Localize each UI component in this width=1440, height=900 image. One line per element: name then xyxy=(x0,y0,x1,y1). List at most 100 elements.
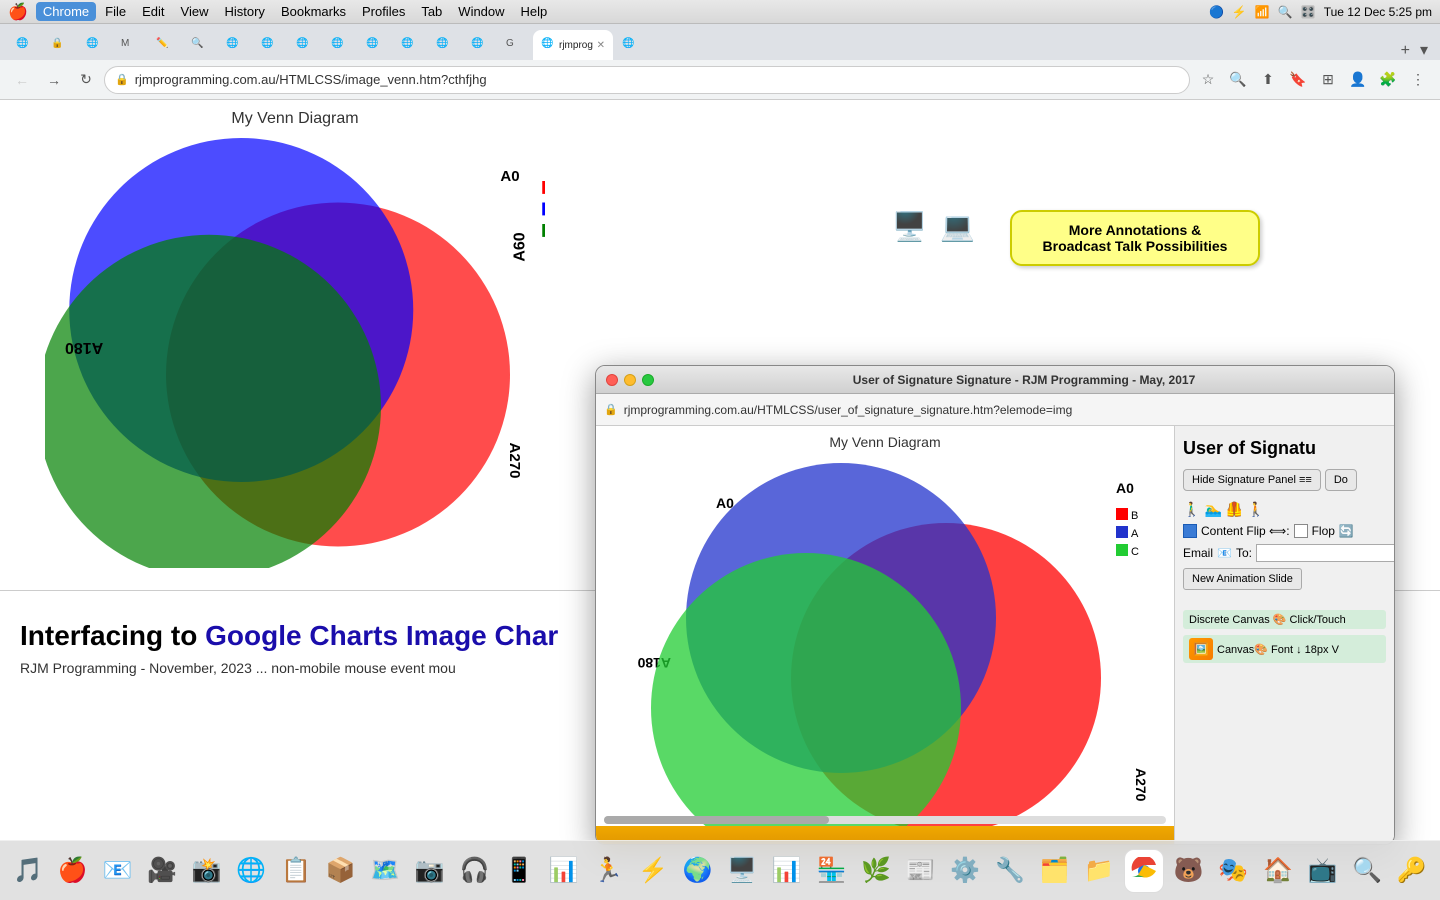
menu-profiles[interactable]: Profiles xyxy=(355,2,412,21)
dock-finder[interactable]: 🍎 xyxy=(53,849,94,893)
dock-notes[interactable]: 📋 xyxy=(276,849,317,893)
dock-appstore[interactable]: 📦 xyxy=(320,849,361,893)
bookmark-button[interactable]: 🔖 xyxy=(1284,66,1312,94)
share-button[interactable]: ⬆ xyxy=(1254,66,1282,94)
address-bar[interactable]: 🔒 rjmprogramming.com.au/HTMLCSS/image_ve… xyxy=(104,66,1190,94)
dock-folder[interactable]: 📁 xyxy=(1079,849,1120,893)
tab-12[interactable]: 🌐 xyxy=(393,30,427,60)
tab-close-icon[interactable]: ✕ xyxy=(597,40,605,51)
do-button[interactable]: Do xyxy=(1325,469,1357,491)
annotation-button[interactable]: More Annotations & Broadcast Talk Possib… xyxy=(1010,210,1260,266)
dock-activity[interactable]: 📊 xyxy=(543,849,584,893)
back-button[interactable]: ← xyxy=(8,66,36,94)
dock-tools[interactable]: 🔧 xyxy=(990,849,1031,893)
dock-tv[interactable]: 📺 xyxy=(1302,849,1343,893)
dock-monitor[interactable]: 🖥️ xyxy=(722,849,763,893)
tab-search-button[interactable]: 🔍 xyxy=(1224,66,1252,94)
new-tab-button[interactable]: + xyxy=(1395,42,1416,60)
minimize-button[interactable] xyxy=(624,374,636,386)
menu-file[interactable]: File xyxy=(98,2,133,21)
tab-9[interactable]: 🌐 xyxy=(288,30,322,60)
dock-chartapp[interactable]: 📊 xyxy=(767,849,808,893)
search-icon[interactable]: 🔍 xyxy=(1278,5,1293,19)
modal-right-panel: User of Signatu Hide Signature Panel ≡≡ … xyxy=(1174,426,1394,845)
menu-help[interactable]: Help xyxy=(514,2,555,21)
bookmark-star-button[interactable]: ☆ xyxy=(1194,66,1222,94)
action-buttons-row: Hide Signature Panel ≡≡ Do xyxy=(1183,469,1386,491)
tab-5[interactable]: ✏️ xyxy=(148,30,182,60)
dock-files[interactable]: 🗂️ xyxy=(1034,849,1075,893)
menu-window[interactable]: Window xyxy=(451,2,511,21)
tab-15[interactable]: G xyxy=(498,30,532,60)
menu-view[interactable]: View xyxy=(174,2,216,21)
dock-home[interactable]: 🏠 xyxy=(1258,849,1299,893)
dock-fitness[interactable]: 🏃 xyxy=(588,849,629,893)
dock-maps[interactable]: 🗺️ xyxy=(365,849,406,893)
google-charts-link[interactable]: Google Charts xyxy=(205,620,398,651)
venn-container: A180 A60 A0 A270 xyxy=(45,138,545,568)
dock-chrome[interactable] xyxy=(1124,849,1165,893)
reload-button[interactable]: ↻ xyxy=(72,66,100,94)
menu-chrome[interactable]: Chrome xyxy=(36,2,96,21)
dock-podcasts[interactable]: 🎧 xyxy=(454,849,495,893)
tab-7[interactable]: 🌐 xyxy=(218,30,252,60)
tab-6[interactable]: 🔍 xyxy=(183,30,217,60)
dock-safari[interactable]: 🌐 xyxy=(231,849,272,893)
dock-iphone[interactable]: 📱 xyxy=(499,849,540,893)
discrete-canvas-button[interactable]: Discrete Canvas 🎨 Click/Touch xyxy=(1183,610,1386,629)
sidebar-button[interactable]: ⊞ xyxy=(1314,66,1342,94)
tab-10[interactable]: 🌐 xyxy=(323,30,357,60)
scrollbar-thumb[interactable] xyxy=(604,816,829,824)
email-label: Email xyxy=(1183,546,1213,560)
menu-tab[interactable]: Tab xyxy=(414,2,449,21)
dock-earth[interactable]: 🌍 xyxy=(677,849,718,893)
dock-store[interactable]: 🏪 xyxy=(811,849,852,893)
chrome-menu-button[interactable]: ⋮ xyxy=(1404,66,1432,94)
profile-button[interactable]: 👤 xyxy=(1344,66,1372,94)
tab-scroll-area: 🌐 🔒 🌐 M ✏️ 🔍 🌐 🌐 🌐 🌐 🌐 🌐 🌐 🌐 G 🌐 rjmprog… xyxy=(8,30,1391,60)
flop-checkbox[interactable] xyxy=(1294,524,1308,538)
tab-1[interactable]: 🌐 xyxy=(8,30,42,60)
modal-scrollbar[interactable] xyxy=(604,816,1166,824)
menu-history[interactable]: History xyxy=(217,2,271,21)
apple-menu[interactable]: 🍎 xyxy=(8,2,28,22)
forward-button[interactable]: → xyxy=(40,66,68,94)
dock-facetime[interactable]: 🎥 xyxy=(142,849,183,893)
tab-17[interactable]: 🌐 xyxy=(614,30,648,60)
dock-theater[interactable]: 🎭 xyxy=(1213,849,1254,893)
dock-bear[interactable]: 🐻 xyxy=(1168,849,1209,893)
maximize-button[interactable] xyxy=(642,374,654,386)
extensions-button[interactable]: 🧩 xyxy=(1374,66,1402,94)
tab-8[interactable]: 🌐 xyxy=(253,30,287,60)
menu-bookmarks[interactable]: Bookmarks xyxy=(274,2,353,21)
menu-edit[interactable]: Edit xyxy=(135,2,171,21)
content-flip-checkbox[interactable] xyxy=(1183,524,1197,538)
control-center-icon[interactable]: 🎛️ xyxy=(1301,5,1316,19)
tab-13[interactable]: 🌐 xyxy=(428,30,462,60)
dock-passwords[interactable]: 🔑 xyxy=(1391,849,1432,893)
dock-nature[interactable]: 🌿 xyxy=(856,849,897,893)
close-button[interactable] xyxy=(606,374,618,386)
dock-settings[interactable]: ⚙️ xyxy=(945,849,986,893)
email-to-input[interactable] xyxy=(1256,544,1394,562)
tab-14[interactable]: 🌐 xyxy=(463,30,497,60)
image-char-link[interactable]: Image Char xyxy=(406,620,559,651)
dock-news[interactable]: 📰 xyxy=(900,849,941,893)
tab-2[interactable]: 🔒 xyxy=(43,30,77,60)
traffic-lights xyxy=(606,374,654,386)
dock-photos[interactable]: 📸 xyxy=(186,849,227,893)
dock-shortcuts[interactable]: ⚡ xyxy=(633,849,674,893)
tab-4[interactable]: M xyxy=(113,30,147,60)
flop-label: Flop xyxy=(1312,524,1335,538)
dock-camera[interactable]: 📷 xyxy=(410,849,451,893)
tab-active[interactable]: 🌐 rjmprogramming.com.au ✕ xyxy=(533,30,613,60)
tab-3[interactable]: 🌐 xyxy=(78,30,112,60)
dock-mail[interactable]: 📧 xyxy=(97,849,138,893)
new-animation-button[interactable]: New Animation Slide xyxy=(1183,568,1302,590)
discrete-canvas-label: Discrete Canvas 🎨 Click/Touch xyxy=(1189,613,1346,626)
tab-list-button[interactable]: ▾ xyxy=(1416,40,1432,60)
dock-spotlight[interactable]: 🔍 xyxy=(1347,849,1388,893)
dock-music[interactable]: 🎵 xyxy=(8,849,49,893)
tab-11[interactable]: 🌐 xyxy=(358,30,392,60)
hide-signature-button[interactable]: Hide Signature Panel ≡≡ xyxy=(1183,469,1321,491)
